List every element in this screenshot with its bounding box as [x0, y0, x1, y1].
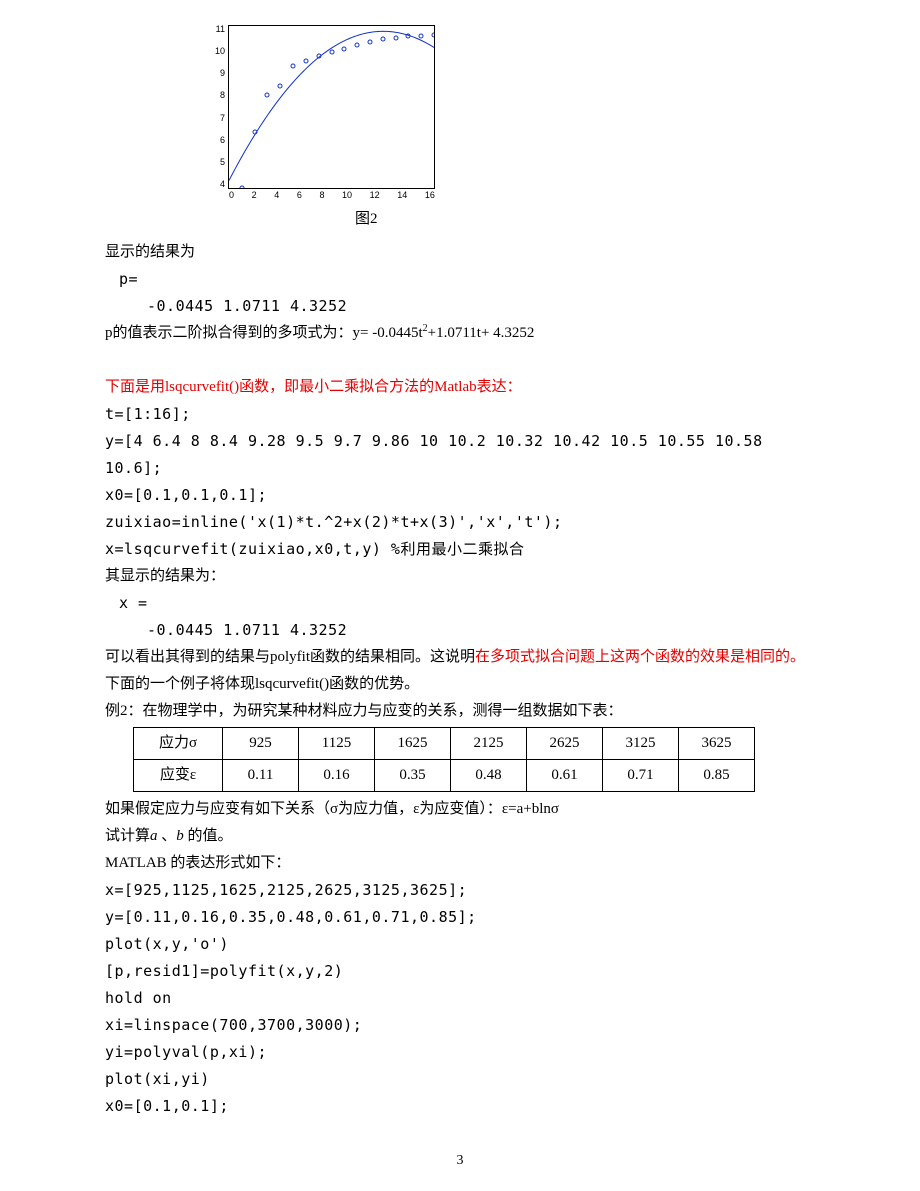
y-tick: 6	[215, 136, 225, 145]
x-tick: 0	[229, 191, 234, 200]
table-cell: 2625	[527, 728, 603, 760]
y-tick: 10	[215, 47, 225, 56]
chart-x-ticks: 0 2 4 6 8 10 12 14 16	[215, 191, 435, 200]
text-line: 其显示的结果为：	[105, 563, 815, 590]
code-line: plot(xi,yi)	[105, 1066, 815, 1093]
data-point	[419, 33, 424, 38]
output-line: p=	[119, 266, 815, 293]
table-row: 应力σ 925 1125 1625 2125 2625 3125 3625	[134, 728, 755, 760]
data-point	[291, 63, 296, 68]
text-line: 如果假定应力与应变有如下关系（σ为应力值，ε为应变值）：ε=a+blnσ	[105, 796, 815, 823]
text-fragment: 、	[158, 828, 177, 844]
table-cell: 2125	[451, 728, 527, 760]
x-tick: 10	[342, 191, 352, 200]
data-point	[380, 37, 385, 42]
text-line: 可以看出其得到的结果与polyfit函数的结果相同。这说明在多项式拟合问题上这两…	[105, 644, 815, 671]
text-fragment: 试计算	[105, 828, 150, 844]
x-tick: 12	[370, 191, 380, 200]
data-point	[303, 58, 308, 63]
data-point	[239, 186, 244, 190]
code-line: hold on	[105, 985, 815, 1012]
text-fragment: p的值表示二阶拟合得到的多项式为：y= -0.0445t	[105, 325, 423, 341]
y-tick: 7	[215, 114, 225, 123]
table-cell: 0.85	[679, 760, 755, 792]
text-line: 试计算a 、b 的值。	[105, 823, 815, 850]
code-line: [p,resid1]=polyfit(x,y,2)	[105, 958, 815, 985]
data-table: 应力σ 925 1125 1625 2125 2625 3125 3625 应变…	[133, 727, 755, 792]
figure-caption: 图2	[355, 206, 815, 233]
output-line: x =	[119, 590, 815, 617]
text-fragment: 可以看出其得到的结果与polyfit函数的结果相同。这说明	[105, 649, 475, 665]
table-cell: 1125	[299, 728, 375, 760]
y-tick: 11	[215, 25, 225, 34]
code-line: plot(x,y,'o')	[105, 931, 815, 958]
table-cell: 0.11	[223, 760, 299, 792]
text-fragment-emphasis: 在多项式拟合问题上这两个函数的效果是相同的。	[475, 649, 805, 665]
data-point	[278, 84, 283, 89]
x-tick: 6	[297, 191, 302, 200]
text-line: 下面的一个例子将体现lsqcurvefit()函数的优势。	[105, 671, 815, 698]
code-line: yi=polyval(p,xi);	[105, 1039, 815, 1066]
figure-2: 11 10 9 8 7 6 5 4 0 2 4	[215, 25, 815, 200]
table-cell: 925	[223, 728, 299, 760]
text-line: 例2：在物理学中，为研究某种材料应力与应变的关系，测得一组数据如下表：	[105, 698, 815, 725]
text-fragment: +1.0711t+ 4.3252	[428, 325, 535, 341]
table-header-cell: 应变ε	[134, 760, 223, 792]
output-line: -0.0445 1.0711 4.3252	[147, 617, 815, 644]
x-tick: 2	[252, 191, 257, 200]
table-cell: 3125	[603, 728, 679, 760]
code-line: x=[925,1125,1625,2125,2625,3125,3625];	[105, 877, 815, 904]
x-tick: 8	[319, 191, 324, 200]
code-line: y=[0.11,0.16,0.35,0.48,0.61,0.71,0.85];	[105, 904, 815, 931]
data-point	[329, 50, 334, 55]
x-tick: 16	[425, 191, 435, 200]
code-line: x0=[0.1,0.1,0.1];	[105, 482, 815, 509]
table-cell: 1625	[375, 728, 451, 760]
chart-plot-area	[228, 25, 435, 189]
text-fragment: 的值。	[184, 828, 233, 844]
data-point	[393, 35, 398, 40]
text-line: 显示的结果为	[105, 239, 815, 266]
table-header-cell: 应力σ	[134, 728, 223, 760]
data-point	[265, 93, 270, 98]
y-tick: 5	[215, 158, 225, 167]
data-point	[252, 130, 257, 135]
x-tick: 14	[397, 191, 407, 200]
text-line: MATLAB 的表达形式如下：	[105, 850, 815, 877]
table-row: 应变ε 0.11 0.16 0.35 0.48 0.61 0.71 0.85	[134, 760, 755, 792]
code-line: x=lsqcurvefit(zuixiao,x0,t,y) %利用最小二乘拟合	[105, 536, 815, 563]
variable: b	[176, 828, 184, 844]
table-cell: 0.16	[299, 760, 375, 792]
output-line: -0.0445 1.0711 4.3252	[147, 293, 815, 320]
y-tick: 8	[215, 91, 225, 100]
y-tick: 9	[215, 69, 225, 78]
page-number: 3	[0, 1148, 920, 1173]
data-point	[406, 34, 411, 39]
table-cell: 3625	[679, 728, 755, 760]
table-cell: 0.61	[527, 760, 603, 792]
code-line: y=[4 6.4 8 8.4 9.28 9.5 9.7 9.86 10 10.2…	[105, 428, 815, 482]
text-line: p的值表示二阶拟合得到的多项式为：y= -0.0445t2+1.0711t+ 4…	[105, 320, 815, 347]
chart-y-ticks: 11 10 9 8 7 6 5 4	[215, 25, 228, 189]
data-point	[432, 33, 436, 38]
table-cell: 0.71	[603, 760, 679, 792]
y-tick: 4	[215, 180, 225, 189]
variable: a	[150, 828, 158, 844]
data-point	[342, 47, 347, 52]
code-line: zuixiao=inline('x(1)*t.^2+x(2)*t+x(3)','…	[105, 509, 815, 536]
code-line: x0=[0.1,0.1];	[105, 1093, 815, 1120]
code-line: t=[1:16];	[105, 401, 815, 428]
data-point	[367, 39, 372, 44]
table-cell: 0.35	[375, 760, 451, 792]
code-line: xi=linspace(700,3700,3000);	[105, 1012, 815, 1039]
data-point	[316, 54, 321, 59]
table-cell: 0.48	[451, 760, 527, 792]
x-tick: 4	[274, 191, 279, 200]
data-point	[355, 42, 360, 47]
text-line-emphasis: 下面是用lsqcurvefit()函数，即最小二乘拟合方法的Matlab表达：	[105, 374, 815, 401]
